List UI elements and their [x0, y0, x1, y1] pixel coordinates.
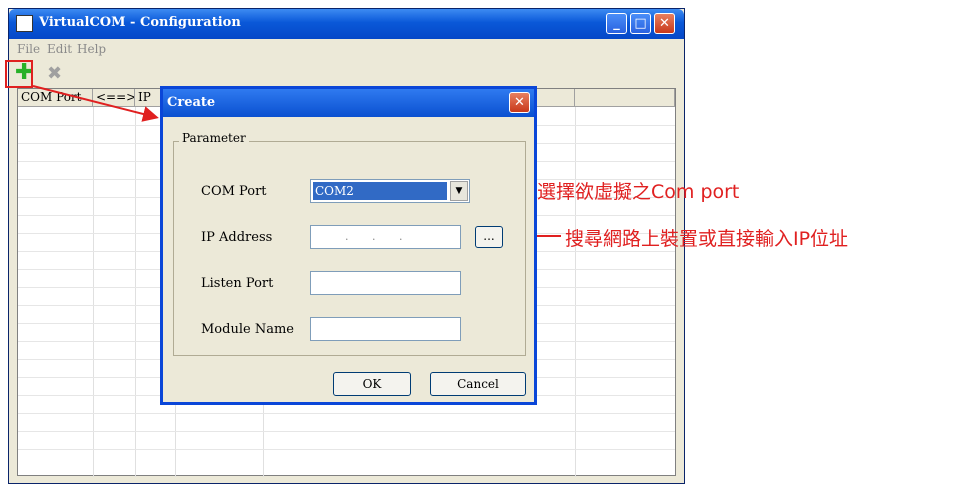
module-name-field[interactable] — [310, 317, 461, 341]
group-label: Parameter — [179, 131, 249, 145]
com-port-value: COM2 — [313, 182, 447, 200]
chevron-down-icon[interactable]: ▼ — [450, 181, 468, 201]
ip-address-field[interactable]: . . . — [310, 225, 461, 249]
arrow-to-dialog — [32, 85, 159, 122]
dialog-title: Create — [167, 95, 216, 110]
browse-button[interactable]: ... — [475, 226, 503, 248]
module-name-label: Module Name — [201, 322, 294, 337]
create-dialog: Create ✕ Parameter COM Port COM2 ▼ IP Ad… — [160, 86, 537, 405]
com-port-label: COM Port — [201, 184, 267, 199]
cancel-button[interactable]: Cancel — [430, 372, 526, 396]
listen-port-field[interactable] — [310, 271, 461, 295]
ok-button[interactable]: OK — [333, 372, 411, 396]
dialog-title-bar[interactable]: Create ✕ — [163, 89, 534, 117]
dialog-close-button[interactable]: ✕ — [509, 92, 530, 113]
com-port-select[interactable]: COM2 ▼ — [310, 179, 470, 203]
ip-address-label: IP Address — [201, 230, 273, 245]
listen-port-label: Listen Port — [201, 276, 274, 291]
com-port-annotation: 選擇欲虛擬之Com port — [537, 181, 740, 203]
ip-annotation: 搜尋網路上裝置或直接輸入IP位址 — [565, 228, 849, 250]
